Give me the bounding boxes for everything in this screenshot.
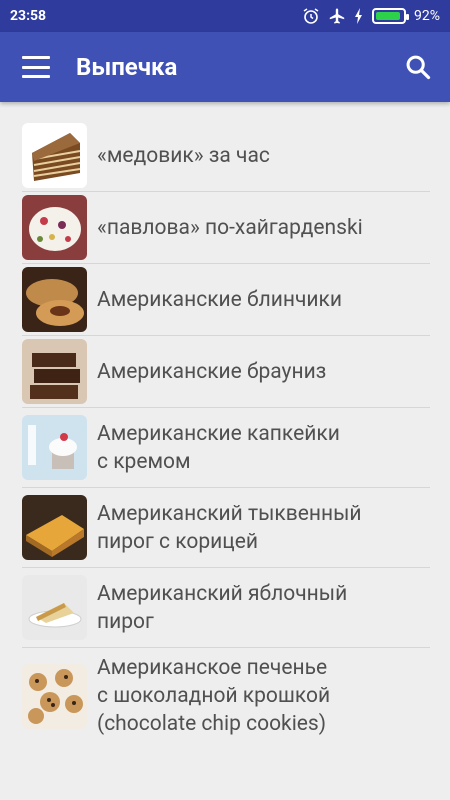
brownies-thumbnail — [22, 339, 87, 404]
recipe-item[interactable]: «павлова» по-хайгардenski — [22, 192, 430, 264]
recipe-title: Американские капкейки с кремом — [97, 421, 340, 474]
airplane-mode-icon — [329, 8, 345, 24]
status-bar: 23:58 92% — [0, 0, 450, 32]
hamburger-menu-icon[interactable] — [22, 56, 50, 78]
chocolate-chip-cookies-thumbnail — [22, 663, 87, 729]
recipe-title: Американские брауниз — [97, 359, 327, 384]
pavlova-thumbnail — [22, 195, 87, 260]
recipe-item[interactable]: Американские блинчики — [22, 264, 430, 336]
recipe-title: Американское печенье с шоколадной крошко… — [97, 656, 331, 736]
battery-icon — [372, 8, 409, 24]
recipe-title: «павлова» по-хайгардenski — [97, 215, 363, 240]
recipe-item[interactable]: «медовик» за час — [22, 120, 430, 192]
recipe-title: Американские блинчики — [97, 287, 343, 312]
recipe-item[interactable]: Американские брауниз — [22, 336, 430, 408]
app-bar: Выпечка — [0, 32, 450, 102]
recipe-title: «медовик» за час — [97, 143, 270, 168]
recipe-item[interactable]: Американский яблочный пирог — [22, 568, 430, 648]
apple-pie-thumbnail — [22, 575, 87, 640]
recipe-title: Американский тыквенный пирог с корицей — [97, 501, 362, 554]
honey-cake-thumbnail — [22, 123, 87, 188]
recipe-item[interactable]: Американское печенье с шоколадной крошко… — [22, 648, 430, 744]
pumpkin-pie-thumbnail — [22, 495, 87, 560]
alarm-icon — [303, 8, 319, 24]
status-icons: 92% — [302, 7, 440, 25]
pancakes-thumbnail — [22, 267, 87, 332]
page-title: Выпечка — [76, 53, 178, 81]
cupcakes-thumbnail — [22, 415, 87, 480]
recipe-item[interactable]: Американский тыквенный пирог с корицей — [22, 488, 430, 568]
battery-fill — [376, 12, 400, 20]
charging-icon — [355, 8, 362, 24]
battery-percent: 92% — [414, 8, 440, 24]
recipe-item[interactable]: Американские капкейки с кремом — [22, 408, 430, 488]
status-time: 23:58 — [10, 8, 47, 24]
recipe-title: Американский яблочный пирог — [97, 581, 348, 634]
search-icon[interactable] — [404, 53, 432, 81]
recipe-list: «медовик» за час «павлова» по-хайгардens… — [0, 120, 450, 744]
